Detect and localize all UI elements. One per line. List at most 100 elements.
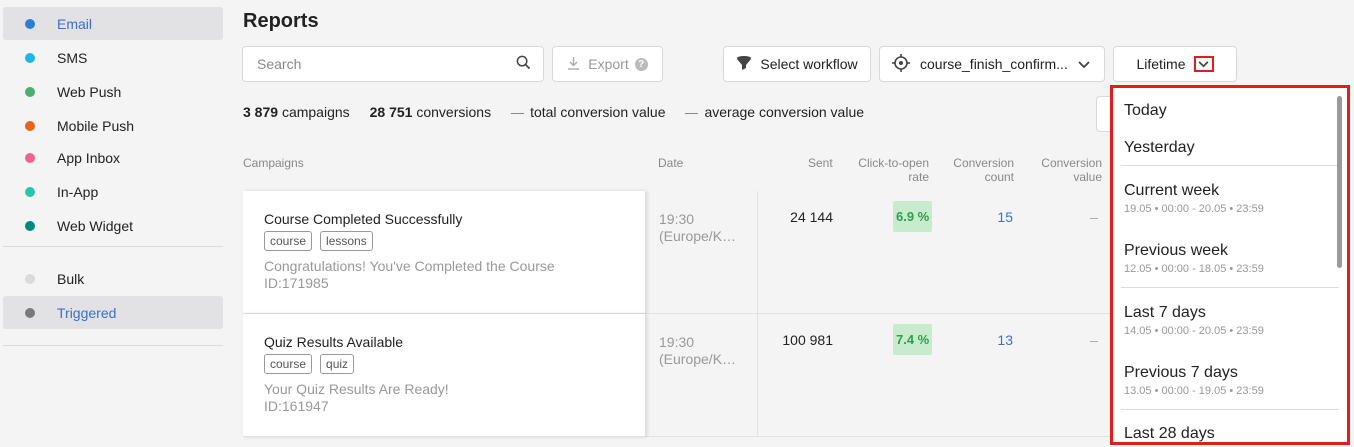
period-option-yesterday[interactable]: Yesterday [1124,139,1195,157]
period-option-last-7-days[interactable]: Last 7 days 14.05 • 00:00 - 20.05 • 23:5… [1124,304,1264,337]
search-icon[interactable] [516,55,531,73]
search-placeholder: Search [257,56,302,72]
summary-stats: 3 879 campaigns 28 751 conversions total… [243,104,884,120]
sidebar-item-triggered[interactable]: Triggered [3,296,223,329]
period-option-current-week[interactable]: Current week 19.05 • 00:00 - 20.05 • 23:… [1124,182,1264,215]
period-option-previous-week[interactable]: Previous week 12.05 • 00:00 - 18.05 • 23… [1124,242,1264,275]
sidebar-item-in-app[interactable]: In-App [3,175,223,208]
campaign-card[interactable]: Course Completed Successfully course les… [243,191,645,314]
campaigns-label: campaigns [281,104,350,120]
sidebar-item-label: In-App [57,183,99,200]
sidebar-item-web-widget[interactable]: Web Widget [3,209,223,242]
date-timezone: (Europe/K… [659,228,737,244]
sidebar: Email SMS Web Push Mobile Push App Inbox… [0,0,226,447]
in-app-channel-dot-icon [25,186,35,197]
email-channel-dot-icon [25,18,35,29]
campaign-name[interactable]: Quiz Results Available [264,334,403,350]
total-value-label: total conversion value [530,104,666,120]
column-header-conversion-value[interactable]: Conversion value [1032,156,1102,184]
sidebar-item-sms[interactable]: SMS [3,41,223,74]
trigger-event-select[interactable]: course_finish_confirm... [879,46,1105,82]
conversions-count: 28 751 [369,104,413,120]
column-header-click-to-open-rate[interactable]: Click-to-open rate [855,156,929,184]
period-select[interactable]: Lifetime [1113,46,1237,82]
option-label: Last 7 days [1124,304,1206,321]
column-divider [757,314,758,437]
app-inbox-channel-dot-icon [25,152,35,163]
export-button[interactable]: Export ? [552,46,663,82]
campaign-card[interactable]: Quiz Results Available course quiz Your … [243,314,645,437]
header-line: Conversion [1041,156,1102,170]
web-widget-channel-dot-icon [25,220,35,231]
campaigns-stat: 3 879 campaigns [243,104,350,120]
sidebar-item-bulk[interactable]: Bulk [3,262,223,295]
search-input[interactable]: Search [242,46,544,82]
date-timezone: (Europe/K… [659,351,737,367]
sent-cell: 100 981 [782,332,833,348]
rate-badge: 7.4 % [893,324,933,355]
triggered-type-dot-icon [25,307,35,318]
period-option-last-28-days[interactable]: Last 28 days [1124,425,1215,442]
table-row[interactable] [645,314,1110,437]
conversion-count-link[interactable]: 15 [980,209,1013,225]
bulk-type-dot-icon [25,273,35,284]
sidebar-item-web-push[interactable]: Web Push [3,75,223,108]
campaign-id: ID:171985 [264,275,329,291]
date-cell: 19:30 (Europe/K… [659,211,736,245]
total-value-stat: total conversion value [511,104,665,120]
select-workflow-label: Select workflow [760,56,858,72]
rate-badge: 6.9 % [893,201,933,232]
column-header-conversion-count[interactable]: Conversion count [945,156,1014,184]
header-line: count [984,170,1014,184]
sidebar-item-label: Triggered [57,304,117,321]
option-label: Current week [1124,182,1220,199]
mobile-push-channel-dot-icon [25,120,35,131]
campaign-tags: course lessons [264,231,373,251]
period-option-previous-7-days[interactable]: Previous 7 days 13.05 • 00:00 - 19.05 • … [1124,364,1264,397]
conversion-count-link[interactable]: 13 [980,332,1013,348]
sidebar-item-label: Web Push [57,83,122,100]
period-label: Lifetime [1136,56,1186,72]
campaign-id: ID:161947 [264,398,329,414]
conversion-value-cell: – [1090,332,1098,348]
column-divider [757,191,758,314]
chevron-down-icon [1078,56,1090,72]
menu-divider [1121,409,1339,410]
sidebar-item-email[interactable]: Email [3,7,223,40]
funnel-icon [736,55,752,74]
campaign-name[interactable]: Course Completed Successfully [264,211,462,227]
campaign-subject: Your Quiz Results Are Ready! [264,381,449,397]
tag[interactable]: course [264,354,313,374]
header-line: Click-to-open [858,156,929,170]
period-dropdown-menu: Today Yesterday Current week 19.05 • 00:… [1110,85,1350,445]
period-option-today[interactable]: Today [1124,102,1167,120]
conversion-value-cell: – [1090,209,1098,225]
tag[interactable]: quiz [320,354,355,374]
option-label: Previous 7 days [1124,364,1238,381]
table-row[interactable] [645,191,1110,314]
tag[interactable]: lessons [320,231,373,251]
sms-channel-dot-icon [25,52,35,63]
column-header-campaigns[interactable]: Campaigns [243,156,304,170]
average-value-label: average conversion value [704,104,865,120]
option-range: 14.05 • 00:00 - 20.05 • 23:59 [1124,325,1264,337]
download-icon [567,56,580,73]
sent-cell: 24 144 [790,209,833,225]
column-header-date[interactable]: Date [658,156,683,170]
sidebar-item-label: Mobile Push [57,117,135,134]
help-icon[interactable]: ? [634,57,648,71]
dropdown-scrollbar[interactable] [1337,96,1342,268]
chevron-down-icon[interactable] [1193,56,1214,72]
sidebar-item-label: Web Widget [57,217,133,234]
conversions-label: conversions [416,104,492,120]
date-cell: 19:30 (Europe/K… [659,334,736,368]
tag[interactable]: course [264,231,313,251]
select-workflow-button[interactable]: Select workflow [723,46,871,82]
column-header-sent[interactable]: Sent [808,156,833,170]
menu-divider [1121,165,1339,166]
sidebar-item-mobile-push[interactable]: Mobile Push [3,109,223,142]
sidebar-item-app-inbox[interactable]: App Inbox [3,141,223,174]
option-label: Yesterday [1124,139,1195,156]
target-icon [892,53,910,75]
date-time: 19:30 [659,211,695,227]
